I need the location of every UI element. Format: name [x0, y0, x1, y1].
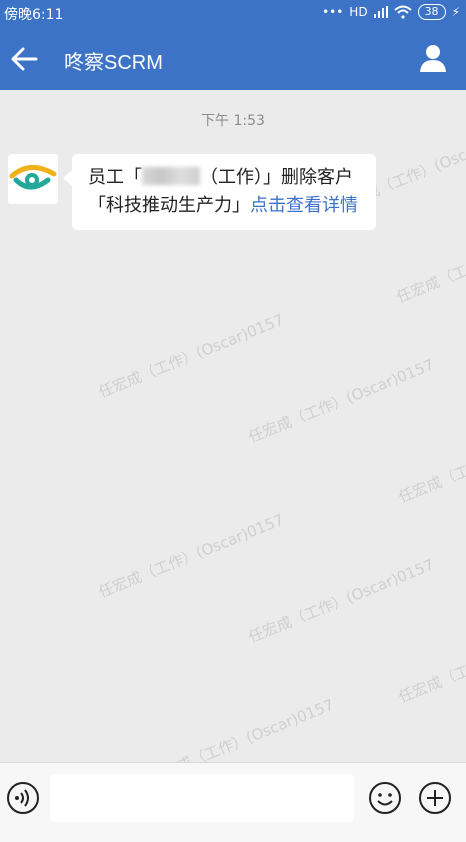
watermark: 任宏成（工作）(Oscar)0157 — [396, 415, 466, 507]
add-attachment-icon[interactable] — [418, 781, 452, 815]
network-label: HD — [349, 5, 368, 19]
signal-dots-icon: ••• — [322, 5, 344, 19]
status-bar: 傍晚6:11 ••• HD 38 ⚡ — [0, 0, 466, 28]
message-prefix: 员工「 — [88, 167, 142, 188]
profile-icon[interactable] — [418, 43, 448, 73]
voice-input-icon[interactable] — [6, 781, 40, 815]
battery-indicator: 38 — [417, 4, 446, 20]
wifi-icon — [393, 5, 412, 19]
emoji-icon[interactable] — [368, 781, 402, 815]
redacted-name — [142, 167, 200, 185]
message-input[interactable] — [50, 774, 354, 822]
charging-icon: ⚡ — [451, 5, 460, 19]
status-time: 傍晚6:11 — [4, 7, 64, 23]
page-title: 咚察SCRM — [64, 52, 163, 74]
watermark: 任宏成（工作）(Oscar)0157 — [146, 695, 337, 762]
view-details-link[interactable]: 点击查看详情 — [250, 195, 358, 216]
cell-signal-icon — [373, 6, 388, 18]
watermark: 任宏成（工作）(Oscar)0157 — [246, 355, 437, 447]
back-arrow-icon[interactable] — [10, 44, 38, 74]
bot-avatar[interactable] — [8, 154, 58, 204]
message-timestamp: 下午 1:53 — [201, 113, 265, 129]
watermark: 任宏成（工作）(Oscar)0157 — [96, 310, 287, 402]
watermark: 任宏成（工作）(Oscar)0157 — [246, 555, 437, 647]
input-bar — [0, 762, 466, 842]
watermark: 任宏成（工作）(Oscar)0157 — [394, 215, 466, 307]
app-bar: 咚察SCRM — [0, 28, 466, 90]
eye-logo-icon — [9, 165, 57, 190]
message-bubble: 员工「 （工作）」删除客户「科技推动生产力」点击查看详情 — [63, 154, 376, 230]
status-icons: ••• HD 38 ⚡ — [322, 4, 460, 20]
watermark: 任宏成（工作）(Oscar)0157 — [96, 510, 287, 602]
watermark: 任宏成（工作）(Oscar)0157 — [396, 615, 466, 707]
chat-area[interactable]: 下午 1:53 任宏成（工作）(Oscar)0157 任宏成（工作）(Oscar… — [0, 90, 466, 762]
